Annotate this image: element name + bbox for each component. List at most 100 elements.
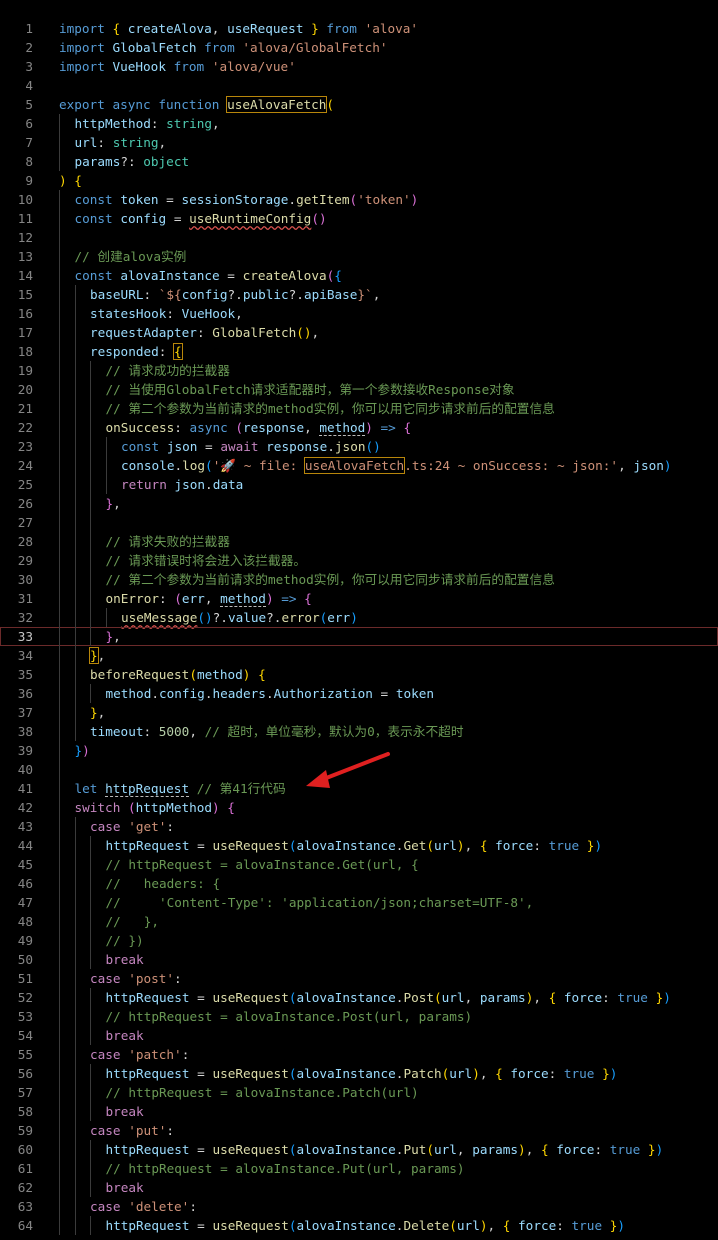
- code-token: baseURL: [90, 287, 144, 302]
- line-number: 42: [17, 800, 33, 815]
- indent-guide: [74, 570, 76, 589]
- code-line-35[interactable]: 35 beforeRequest(method) {: [0, 665, 718, 684]
- line-number: 60: [17, 1142, 33, 1157]
- code-token: ): [350, 610, 358, 625]
- code-line-26[interactable]: 26},: [0, 494, 718, 513]
- code-line-17[interactable]: 17 requestAdapter: GlobalFetch(),: [0, 323, 718, 342]
- code-line-9[interactable]: 9) {: [0, 171, 718, 190]
- code-line-10[interactable]: 10 const token = sessionStorage.getItem('…: [0, 190, 718, 209]
- line-code: case 'put':: [90, 1121, 174, 1140]
- code-line-1[interactable]: 1 import { createAlova, useRequest } from…: [0, 19, 718, 38]
- code-line-32[interactable]: 32 useMessage()?.value?.error(err): [0, 608, 718, 627]
- code-token: ,: [533, 990, 549, 1005]
- code-line-31[interactable]: 31 onError: (err, method) => {: [0, 589, 718, 608]
- code-line-29[interactable]: 29 // 请求错误时将会进入该拦截器。: [0, 551, 718, 570]
- indent-guide: [59, 779, 60, 798]
- code-line-15[interactable]: 15 baseURL: `${config?.public?.apiBase}`,: [0, 285, 718, 304]
- code-line-38[interactable]: 38 timeout: 5000, // 超时，单位毫秒，默认为0，表示永不超时: [0, 722, 718, 741]
- code-line-60[interactable]: 60 httpRequest = useRequest (alovaInstance…: [0, 1140, 718, 1159]
- code-line-28[interactable]: 28 // 请求失败的拦截器: [0, 532, 718, 551]
- code-token: ,: [311, 325, 320, 340]
- code-token: value: [227, 610, 267, 625]
- indent-guide: [59, 1102, 60, 1121]
- code-line-61[interactable]: 61 // httpRequest = alovaInstance.Put(url…: [0, 1159, 718, 1178]
- code-token: // },: [105, 914, 159, 929]
- code-line-54[interactable]: 54 break: [0, 1026, 718, 1045]
- code-line-46[interactable]: 46 // headers: {: [0, 874, 718, 893]
- code-line-8[interactable]: 8 params?: object: [0, 152, 718, 171]
- code-token: =: [158, 192, 182, 207]
- code-line-50[interactable]: 50 break: [0, 950, 718, 969]
- code-line-47[interactable]: 47 // 'Content-Type': 'application/json;c…: [0, 893, 718, 912]
- code-line-62[interactable]: 62 break: [0, 1178, 718, 1197]
- line-code: },: [89, 646, 105, 665]
- code-line-51[interactable]: 51 case 'post':: [0, 969, 718, 988]
- code-line-18[interactable]: 18 responded: {: [0, 342, 718, 361]
- code-token: break: [105, 1104, 144, 1119]
- code-token: (: [127, 800, 136, 815]
- indent-guide: [59, 684, 60, 703]
- code-line-42[interactable]: 42 switch (httpMethod) {: [0, 798, 718, 817]
- line-number: 26: [17, 496, 33, 511]
- code-line-19[interactable]: 19 // 请求成功的拦截器: [0, 361, 718, 380]
- indent-guide: [59, 304, 60, 323]
- code-line-12[interactable]: 12: [0, 228, 718, 247]
- code-line-34[interactable]: 34},: [0, 646, 718, 665]
- code-line-27[interactable]: 27: [0, 513, 718, 532]
- indent-guide: [74, 988, 76, 1007]
- code-line-44[interactable]: 44 httpRequest = useRequest (alovaInstance…: [0, 836, 718, 855]
- code-line-11[interactable]: 11 const config = useRuntimeConfig(): [0, 209, 718, 228]
- indent-guide: [59, 703, 60, 722]
- code-token: :: [166, 306, 182, 321]
- code-line-57[interactable]: 57 // httpRequest = alovaInstance.Patch(u…: [0, 1083, 718, 1102]
- code-token: }: [105, 496, 114, 511]
- line-code: // 第二个参数为当前请求的method实例，你可以用它同步请求前后的配置信息: [106, 399, 555, 418]
- code-line-5[interactable]: 5 export async function useAlovaFetch(: [0, 95, 718, 114]
- code-line-20[interactable]: 20 // 当使用GlobalFetch请求适配器时，第一个参数接收Respons…: [0, 380, 718, 399]
- code-line-24[interactable]: 24 console.log('🚀 ~ file: useAlovaFetch.t…: [0, 456, 718, 475]
- code-token: :: [594, 1142, 610, 1157]
- code-editor[interactable]: 1 import { createAlova, useRequest } from…: [0, 0, 718, 1240]
- code-line-33[interactable]: 33},: [0, 627, 718, 646]
- line-number: 12: [17, 230, 33, 245]
- code-line-6[interactable]: 6 httpMethod: string,: [0, 114, 718, 133]
- code-token: string: [112, 135, 159, 150]
- code-line-21[interactable]: 21 // 第二个参数为当前请求的method实例，你可以用它同步请求前后的配置信…: [0, 399, 718, 418]
- code-token: }: [303, 21, 319, 36]
- code-line-2[interactable]: 2 import GlobalFetch from 'alova/GlobalFe…: [0, 38, 718, 57]
- indent-guide: [59, 836, 60, 855]
- code-line-3[interactable]: 3 import VueHook from 'alova/vue': [0, 57, 718, 76]
- code-line-56[interactable]: 56 httpRequest = useRequest(alovaInstance…: [0, 1064, 718, 1083]
- code-token: ,: [464, 990, 480, 1005]
- code-line-63[interactable]: 63 case 'delete':: [0, 1197, 718, 1216]
- code-line-7[interactable]: 7 url: string,: [0, 133, 718, 152]
- code-token: :: [150, 116, 167, 131]
- code-line-36[interactable]: 36 method.config.headers.Authorization = …: [0, 684, 718, 703]
- code-line-64[interactable]: 64 httpRequest = useRequest (alovaInstance…: [0, 1216, 718, 1235]
- code-line-48[interactable]: 48 // },: [0, 912, 718, 931]
- code-line-45[interactable]: 45 // httpRequest = alovaInstance.Get(url…: [0, 855, 718, 874]
- code-token: url: [434, 1142, 457, 1157]
- code-line-16[interactable]: 16 statesHook: VueHook,: [0, 304, 718, 323]
- code-line-30[interactable]: 30 // 第二个参数为当前请求的method实例，你可以用它同步请求前后的配置信…: [0, 570, 718, 589]
- code-token: .: [205, 477, 213, 492]
- code-line-4[interactable]: 4: [0, 76, 718, 95]
- line-number: 63: [17, 1199, 33, 1214]
- code-token: ,: [456, 1142, 473, 1157]
- code-line-59[interactable]: 59 case 'put':: [0, 1121, 718, 1140]
- code-line-13[interactable]: 13 // 创建alova实例: [0, 247, 718, 266]
- code-line-14[interactable]: 14 const alovaInstance = createAlova({: [0, 266, 718, 285]
- code-line-53[interactable]: 53 // httpRequest = alovaInstance.Post(ur…: [0, 1007, 718, 1026]
- code-token: // httpRequest = alovaInstance.Put(url, …: [105, 1161, 465, 1176]
- code-line-55[interactable]: 55 case 'patch':: [0, 1045, 718, 1064]
- code-line-49[interactable]: 49 // }): [0, 931, 718, 950]
- code-line-58[interactable]: 58 break: [0, 1102, 718, 1121]
- code-token: useRequest: [212, 1218, 289, 1233]
- code-line-23[interactable]: 23 const json = await response.json(): [0, 437, 718, 456]
- code-line-25[interactable]: 25 return json.data: [0, 475, 718, 494]
- code-token: :: [166, 819, 175, 834]
- code-line-43[interactable]: 43 case 'get':: [0, 817, 718, 836]
- code-line-52[interactable]: 52 httpRequest = useRequest (alovaInstance…: [0, 988, 718, 1007]
- code-line-37[interactable]: 37},: [0, 703, 718, 722]
- code-line-22[interactable]: 22 onSuccess: async (response, method) =>…: [0, 418, 718, 437]
